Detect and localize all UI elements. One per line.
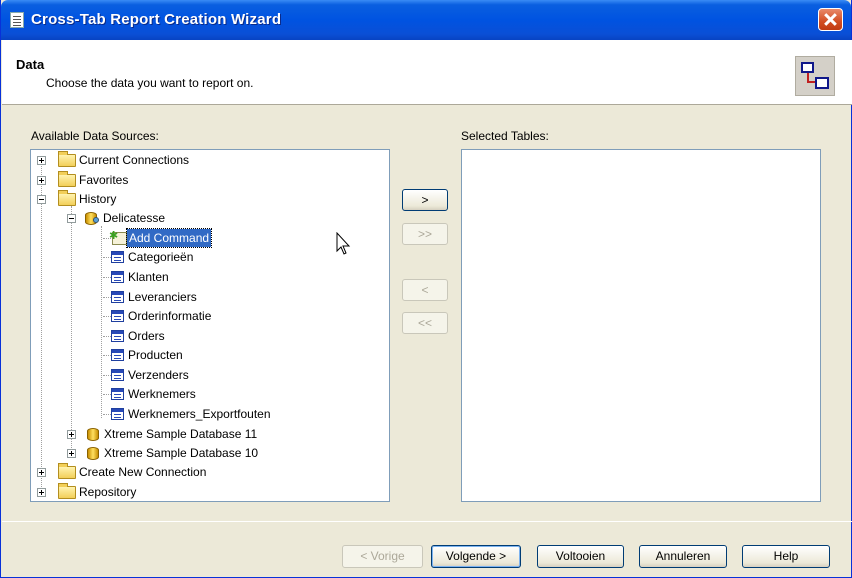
tree-item-label: Xtreme Sample Database 10 — [104, 446, 259, 460]
tree-item-label: Werknemers_Exportfouten — [128, 407, 271, 421]
tree-item-history[interactable]: History — [31, 190, 371, 209]
tree-item-label: Favorites — [79, 173, 129, 187]
title-bar[interactable]: Cross-Tab Report Creation Wizard — [1, 0, 851, 40]
tree-item-label: History — [79, 192, 117, 206]
tree-item-delicatesse[interactable]: Delicatesse — [31, 209, 371, 228]
tree-item-repository[interactable]: Repository — [31, 483, 371, 501]
tree-item-label: Categorieën — [128, 250, 194, 264]
tree-item-current-connections[interactable]: Current Connections — [31, 151, 371, 170]
tree-item-table[interactable]: Leveranciers — [31, 288, 371, 307]
step-title: Data — [16, 57, 45, 72]
add-command-icon — [109, 227, 127, 245]
wizard-header: Data Choose the data you want to report … — [2, 40, 852, 105]
tree-item-label: Delicatesse — [103, 211, 166, 225]
cancel-button[interactable]: Annuleren — [639, 545, 727, 568]
data-source-tree[interactable]: Current Connections Favorites History De… — [30, 149, 390, 502]
tree-item-label: Orders — [128, 329, 165, 343]
tree-item-label: Current Connections — [79, 153, 190, 167]
finish-button[interactable]: Voltooien — [537, 545, 624, 568]
tree-item-table[interactable]: Categorieën — [31, 248, 371, 267]
database-icon — [87, 428, 99, 441]
table-icon — [111, 251, 124, 263]
available-sources-label: Available Data Sources: — [31, 129, 159, 143]
tree-item-label: Create New Connection — [79, 465, 207, 479]
report-icon — [10, 12, 24, 28]
tree-item-label: Xtreme Sample Database 11 — [104, 427, 258, 441]
tree-item-label: Verzenders — [128, 368, 189, 382]
expand-icon[interactable] — [67, 449, 76, 458]
tree-item-label: Add Command — [125, 228, 213, 248]
folder-icon — [58, 463, 76, 479]
tree-item-table[interactable]: Orderinformatie — [31, 307, 371, 326]
folder-icon — [58, 151, 76, 167]
next-button[interactable]: Volgende > — [431, 545, 521, 568]
folder-icon — [58, 171, 76, 187]
tree-item-xtreme-10[interactable]: Xtreme Sample Database 10 — [31, 444, 371, 463]
wizard-window: Cross-Tab Report Creation Wizard Data Ch… — [0, 0, 852, 578]
connection-icon — [93, 217, 99, 223]
table-icon — [111, 369, 124, 381]
mouse-cursor-icon — [336, 232, 351, 255]
collapse-icon[interactable] — [37, 195, 46, 204]
table-icon — [111, 271, 124, 283]
tree-item-table[interactable]: Werknemers_Exportfouten — [31, 405, 371, 424]
step-subtitle: Choose the data you want to report on. — [46, 76, 254, 90]
footer-divider — [2, 521, 852, 522]
selected-tables-label: Selected Tables: — [461, 129, 549, 143]
tree-item-label: Leveranciers — [128, 290, 197, 304]
remove-all-button[interactable]: << — [402, 312, 448, 334]
tree-item-create-new-connection[interactable]: Create New Connection — [31, 463, 371, 482]
expand-icon[interactable] — [37, 468, 46, 477]
table-icon — [111, 408, 124, 420]
data-link-icon — [795, 56, 835, 96]
window-title: Cross-Tab Report Creation Wizard — [31, 11, 282, 28]
tree-item-add-command[interactable]: Add Command — [31, 227, 371, 248]
table-icon — [111, 349, 124, 361]
folder-icon — [58, 190, 76, 206]
tree-item-table[interactable]: Klanten — [31, 268, 371, 287]
selected-tables-list[interactable] — [461, 149, 821, 502]
tree-item-label: Producten — [128, 348, 183, 362]
table-icon — [111, 330, 124, 342]
table-icon — [111, 310, 124, 322]
collapse-icon[interactable] — [67, 214, 76, 223]
table-icon — [111, 388, 124, 400]
tree-item-label: Werknemers — [128, 387, 196, 401]
help-button[interactable]: Help — [742, 545, 830, 568]
add-button[interactable]: > — [402, 189, 448, 211]
tree-item-label: Repository — [79, 485, 137, 499]
tree-item-table[interactable]: Orders — [31, 327, 371, 346]
tree-item-xtreme-11[interactable]: Xtreme Sample Database 11 — [31, 425, 371, 444]
folder-icon — [58, 483, 76, 499]
add-all-button[interactable]: >> — [402, 223, 448, 245]
tree-item-favorites[interactable]: Favorites — [31, 171, 371, 190]
tree-item-table[interactable]: Werknemers — [31, 385, 371, 404]
close-button[interactable] — [818, 8, 843, 31]
expand-icon[interactable] — [67, 430, 76, 439]
database-icon — [87, 447, 99, 460]
tree-item-table[interactable]: Verzenders — [31, 366, 371, 385]
expand-icon[interactable] — [37, 156, 46, 165]
tree-item-table[interactable]: Producten — [31, 346, 371, 365]
expand-icon[interactable] — [37, 488, 46, 497]
back-button[interactable]: < Vorige — [342, 545, 423, 568]
table-icon — [111, 291, 124, 303]
tree-item-label: Klanten — [128, 270, 169, 284]
tree-item-label: Orderinformatie — [128, 309, 212, 323]
remove-button[interactable]: < — [402, 279, 448, 301]
expand-icon[interactable] — [37, 176, 46, 185]
